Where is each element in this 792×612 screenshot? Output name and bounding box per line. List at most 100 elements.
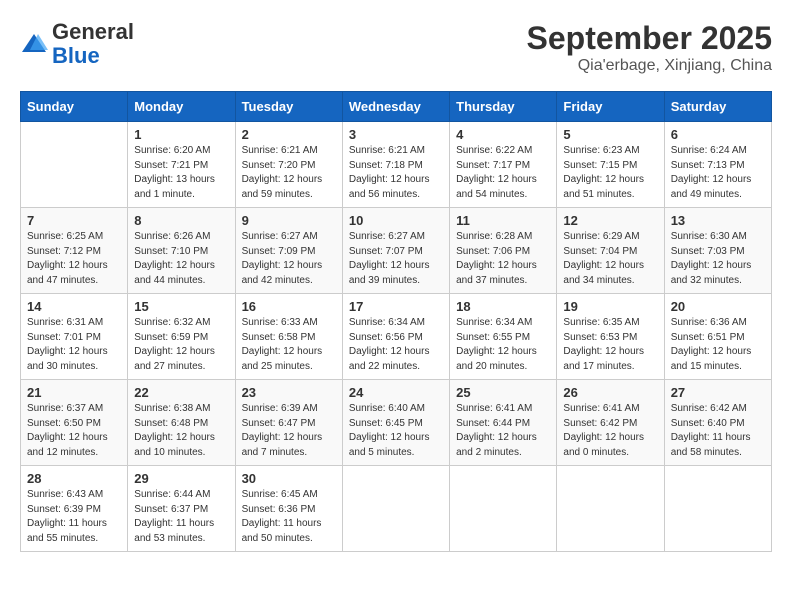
day-number: 30 [242,471,336,486]
day-number: 2 [242,127,336,142]
calendar-cell [664,466,771,552]
calendar-cell [342,466,449,552]
day-info: Sunrise: 6:41 AM Sunset: 6:44 PM Dayligh… [456,402,550,460]
day-info: Sunrise: 6:20 AM Sunset: 7:21 PM Dayligh… [134,144,228,202]
location: Qia'erbage, Xinjiang, China [527,57,772,75]
calendar-cell: 21Sunrise: 6:37 AM Sunset: 6:50 PM Dayli… [21,380,128,466]
day-info: Sunrise: 6:29 AM Sunset: 7:04 PM Dayligh… [563,230,657,288]
day-number: 10 [349,213,443,228]
calendar-cell: 19 Sunrise: 6:35 AM Sunset: 6:53 PM Dayli… [557,294,664,380]
calendar-week-row: 21Sunrise: 6:37 AM Sunset: 6:50 PM Dayli… [21,380,772,466]
calendar-cell: 4 Sunrise: 6:22 AM Sunset: 7:17 PM Daylig… [450,122,557,208]
calendar-cell: 2 Sunrise: 6:21 AM Sunset: 7:20 PM Daylig… [235,122,342,208]
day-info: Sunrise: 6:21 AM Sunset: 7:20 PM Dayligh… [242,144,336,202]
calendar-cell: 7 Sunrise: 6:25 AM Sunset: 7:12 PM Daylig… [21,208,128,294]
day-number: 27 [671,385,765,400]
calendar-cell: 11Sunrise: 6:28 AM Sunset: 7:06 PM Dayli… [450,208,557,294]
calendar-cell: 16Sunrise: 6:33 AM Sunset: 6:58 PM Dayli… [235,294,342,380]
day-number: 26 [563,385,657,400]
day-number: 19 [563,299,657,314]
calendar-day-header: Monday [128,92,235,122]
day-number: 1 [134,127,228,142]
day-info: Sunrise: 6:34 AM Sunset: 6:55 PM Dayligh… [456,316,550,374]
day-info: Sunrise: 6:45 AM Sunset: 6:36 PM Dayligh… [242,488,336,546]
day-info: Sunrise: 6:26 AM Sunset: 7:10 PM Dayligh… [134,230,228,288]
calendar-day-header: Sunday [21,92,128,122]
calendar-cell: 9 Sunrise: 6:27 AM Sunset: 7:09 PM Daylig… [235,208,342,294]
month-title: September 2025 [527,20,772,57]
day-number: 23 [242,385,336,400]
calendar-cell: 5 Sunrise: 6:23 AM Sunset: 7:15 PM Daylig… [557,122,664,208]
calendar-cell: 30 Sunrise: 6:45 AM Sunset: 6:36 PM Dayli… [235,466,342,552]
calendar-day-header: Wednesday [342,92,449,122]
logo: General Blue [20,20,134,68]
calendar-cell: 17Sunrise: 6:34 AM Sunset: 6:56 PM Dayli… [342,294,449,380]
day-info: Sunrise: 6:23 AM Sunset: 7:15 PM Dayligh… [563,144,657,202]
calendar-cell [557,466,664,552]
calendar-cell: 1 Sunrise: 6:20 AM Sunset: 7:21 PM Daylig… [128,122,235,208]
calendar-cell: 23 Sunrise: 6:39 AM Sunset: 6:47 PM Dayli… [235,380,342,466]
day-info: Sunrise: 6:42 AM Sunset: 6:40 PM Dayligh… [671,402,765,460]
logo-icon [20,30,48,58]
day-number: 9 [242,213,336,228]
day-info: Sunrise: 6:31 AM Sunset: 7:01 PM Dayligh… [27,316,121,374]
calendar-day-header: Saturday [664,92,771,122]
day-number: 13 [671,213,765,228]
day-info: Sunrise: 6:27 AM Sunset: 7:09 PM Dayligh… [242,230,336,288]
calendar-cell: 22 Sunrise: 6:38 AM Sunset: 6:48 PM Dayli… [128,380,235,466]
calendar-cell: 29Sunrise: 6:44 AM Sunset: 6:37 PM Dayli… [128,466,235,552]
day-info: Sunrise: 6:39 AM Sunset: 6:47 PM Dayligh… [242,402,336,460]
day-info: Sunrise: 6:43 AM Sunset: 6:39 PM Dayligh… [27,488,121,546]
calendar-week-row: 28 Sunrise: 6:43 AM Sunset: 6:39 PM Dayli… [21,466,772,552]
day-number: 15 [134,299,228,314]
day-info: Sunrise: 6:21 AM Sunset: 7:18 PM Dayligh… [349,144,443,202]
calendar-cell: 6 Sunrise: 6:24 AM Sunset: 7:13 PM Daylig… [664,122,771,208]
day-number: 4 [456,127,550,142]
calendar-cell: 8Sunrise: 6:26 AM Sunset: 7:10 PM Daylig… [128,208,235,294]
day-number: 6 [671,127,765,142]
day-info: Sunrise: 6:24 AM Sunset: 7:13 PM Dayligh… [671,144,765,202]
day-number: 5 [563,127,657,142]
day-info: Sunrise: 6:41 AM Sunset: 6:42 PM Dayligh… [563,402,657,460]
day-info: Sunrise: 6:40 AM Sunset: 6:45 PM Dayligh… [349,402,443,460]
day-info: Sunrise: 6:35 AM Sunset: 6:53 PM Dayligh… [563,316,657,374]
day-info: Sunrise: 6:22 AM Sunset: 7:17 PM Dayligh… [456,144,550,202]
day-number: 22 [134,385,228,400]
day-number: 17 [349,299,443,314]
logo-text: General Blue [52,20,134,68]
day-info: Sunrise: 6:32 AM Sunset: 6:59 PM Dayligh… [134,316,228,374]
calendar-cell: 10 Sunrise: 6:27 AM Sunset: 7:07 PM Dayli… [342,208,449,294]
day-number: 3 [349,127,443,142]
calendar-week-row: 7 Sunrise: 6:25 AM Sunset: 7:12 PM Daylig… [21,208,772,294]
calendar-cell: 13 Sunrise: 6:30 AM Sunset: 7:03 PM Dayli… [664,208,771,294]
day-info: Sunrise: 6:25 AM Sunset: 7:12 PM Dayligh… [27,230,121,288]
day-number: 12 [563,213,657,228]
calendar-cell: 15 Sunrise: 6:32 AM Sunset: 6:59 PM Dayli… [128,294,235,380]
day-info: Sunrise: 6:38 AM Sunset: 6:48 PM Dayligh… [134,402,228,460]
calendar-week-row: 14Sunrise: 6:31 AM Sunset: 7:01 PM Dayli… [21,294,772,380]
title-block: September 2025 Qia'erbage, Xinjiang, Chi… [527,20,772,75]
calendar-cell: 27 Sunrise: 6:42 AM Sunset: 6:40 PM Dayli… [664,380,771,466]
day-info: Sunrise: 6:37 AM Sunset: 6:50 PM Dayligh… [27,402,121,460]
day-info: Sunrise: 6:44 AM Sunset: 6:37 PM Dayligh… [134,488,228,546]
calendar-cell: 14Sunrise: 6:31 AM Sunset: 7:01 PM Dayli… [21,294,128,380]
day-info: Sunrise: 6:30 AM Sunset: 7:03 PM Dayligh… [671,230,765,288]
day-info: Sunrise: 6:27 AM Sunset: 7:07 PM Dayligh… [349,230,443,288]
day-number: 20 [671,299,765,314]
calendar-cell [450,466,557,552]
calendar-cell: 25 Sunrise: 6:41 AM Sunset: 6:44 PM Dayli… [450,380,557,466]
day-number: 18 [456,299,550,314]
day-number: 11 [456,213,550,228]
calendar-cell: 3 Sunrise: 6:21 AM Sunset: 7:18 PM Daylig… [342,122,449,208]
calendar-cell: 12 Sunrise: 6:29 AM Sunset: 7:04 PM Dayli… [557,208,664,294]
calendar-day-header: Tuesday [235,92,342,122]
day-info: Sunrise: 6:33 AM Sunset: 6:58 PM Dayligh… [242,316,336,374]
calendar-week-row: 1 Sunrise: 6:20 AM Sunset: 7:21 PM Daylig… [21,122,772,208]
day-number: 7 [27,213,121,228]
calendar-cell: 24 Sunrise: 6:40 AM Sunset: 6:45 PM Dayli… [342,380,449,466]
day-number: 24 [349,385,443,400]
day-number: 25 [456,385,550,400]
calendar-cell [21,122,128,208]
calendar-cell: 18 Sunrise: 6:34 AM Sunset: 6:55 PM Dayli… [450,294,557,380]
day-number: 28 [27,471,121,486]
